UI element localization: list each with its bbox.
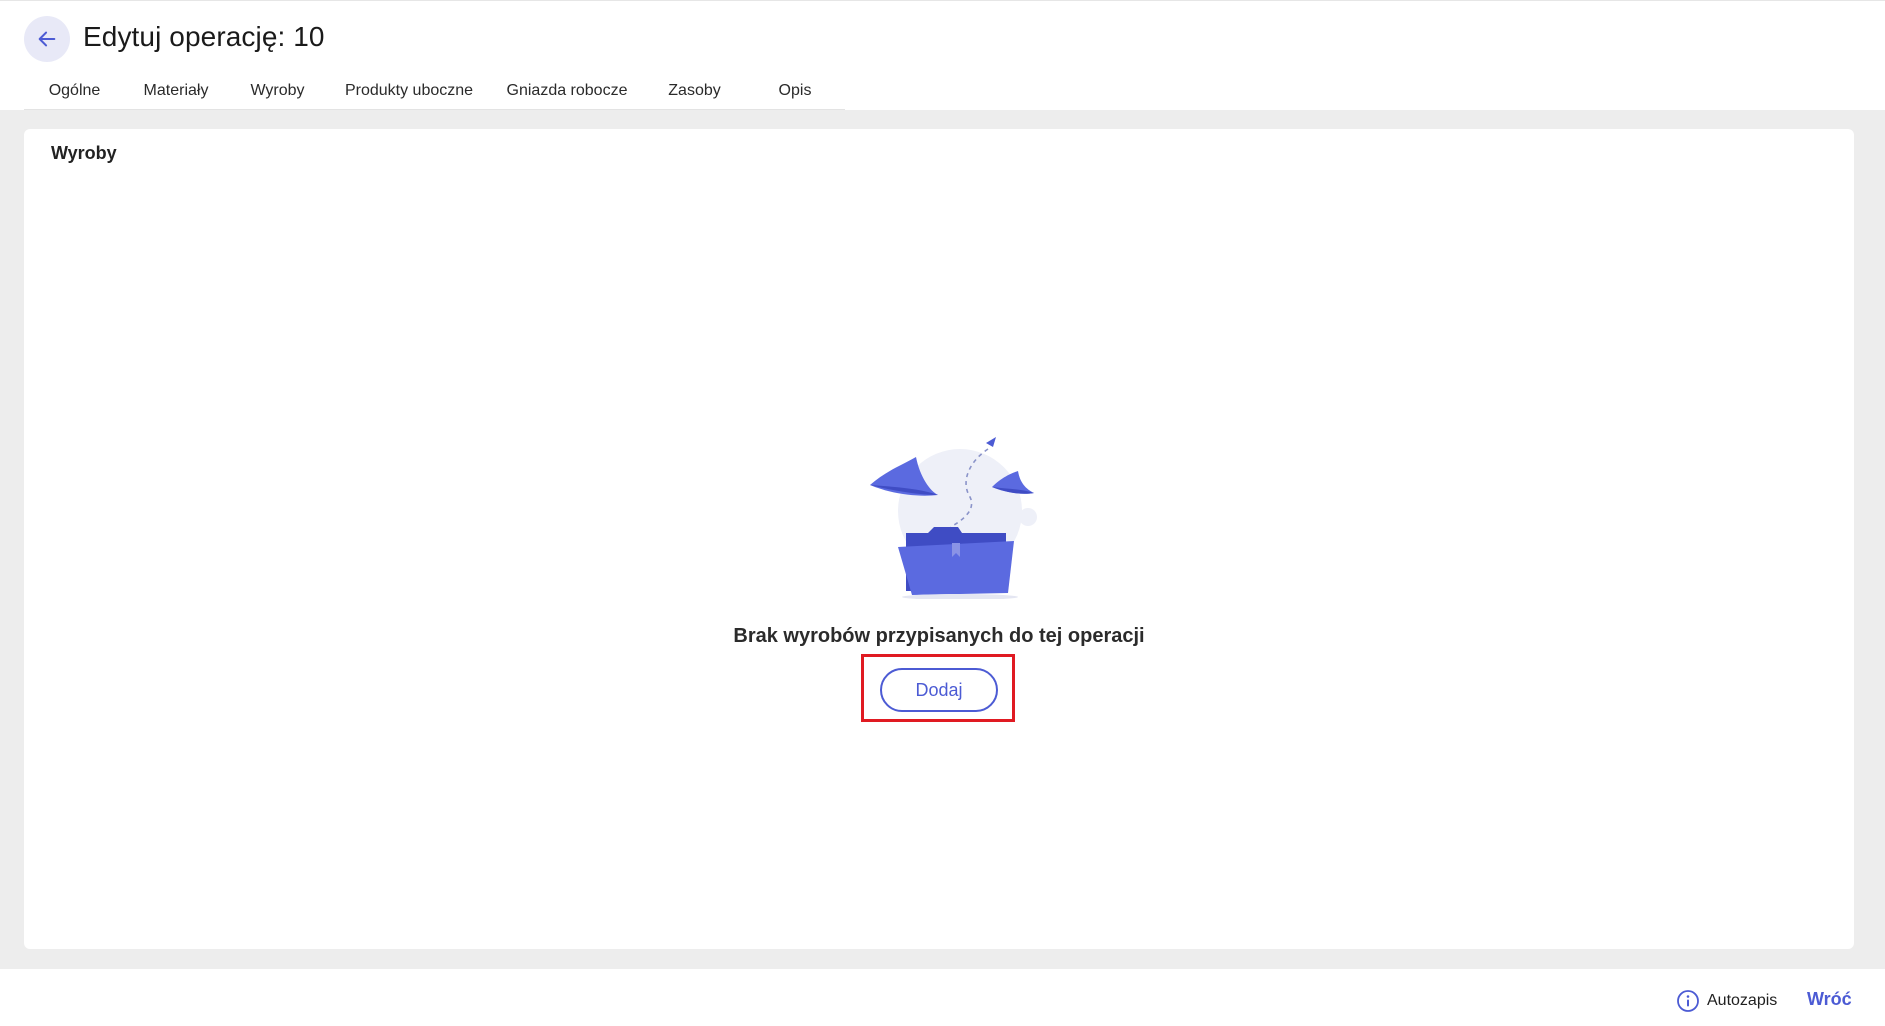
back-link[interactable]: Wróć: [1807, 989, 1852, 1010]
page-title: Edytuj operację: 10: [83, 21, 325, 52]
header: Edytuj operację: 10 Ogólne Materiały Wyr…: [0, 0, 1885, 113]
panel-title: Wyroby: [51, 143, 117, 163]
tab-products[interactable]: Wyroby: [227, 79, 328, 113]
add-button[interactable]: Dodaj: [880, 668, 998, 712]
tab-bar: Ogólne Materiały Wyroby Produkty uboczne…: [24, 79, 845, 113]
tab-materials[interactable]: Materiały: [125, 79, 227, 111]
tab-by-products[interactable]: Produkty uboczne: [328, 79, 490, 111]
footer: Autozapis Wróć: [0, 969, 1885, 1026]
autosave-toggle[interactable]: Autozapis: [1676, 989, 1777, 1013]
products-panel: Wyroby Brak wyrobów przypisanych do tej …: [24, 129, 1854, 949]
autosave-label: Autozapis: [1707, 992, 1778, 1009]
tab-description[interactable]: Opis: [745, 79, 845, 111]
info-icon: [1677, 990, 1699, 1012]
tab-work-centers[interactable]: Gniazda robocze: [490, 79, 644, 111]
tab-general[interactable]: Ogólne: [24, 79, 125, 111]
empty-folder-illustration: [870, 437, 1037, 599]
arrow-left-icon: [38, 31, 56, 47]
tab-resources[interactable]: Zasoby: [644, 79, 745, 111]
empty-state-message: Brak wyrobów przypisanych do tej operacj…: [733, 625, 1145, 647]
back-button[interactable]: [24, 16, 70, 62]
